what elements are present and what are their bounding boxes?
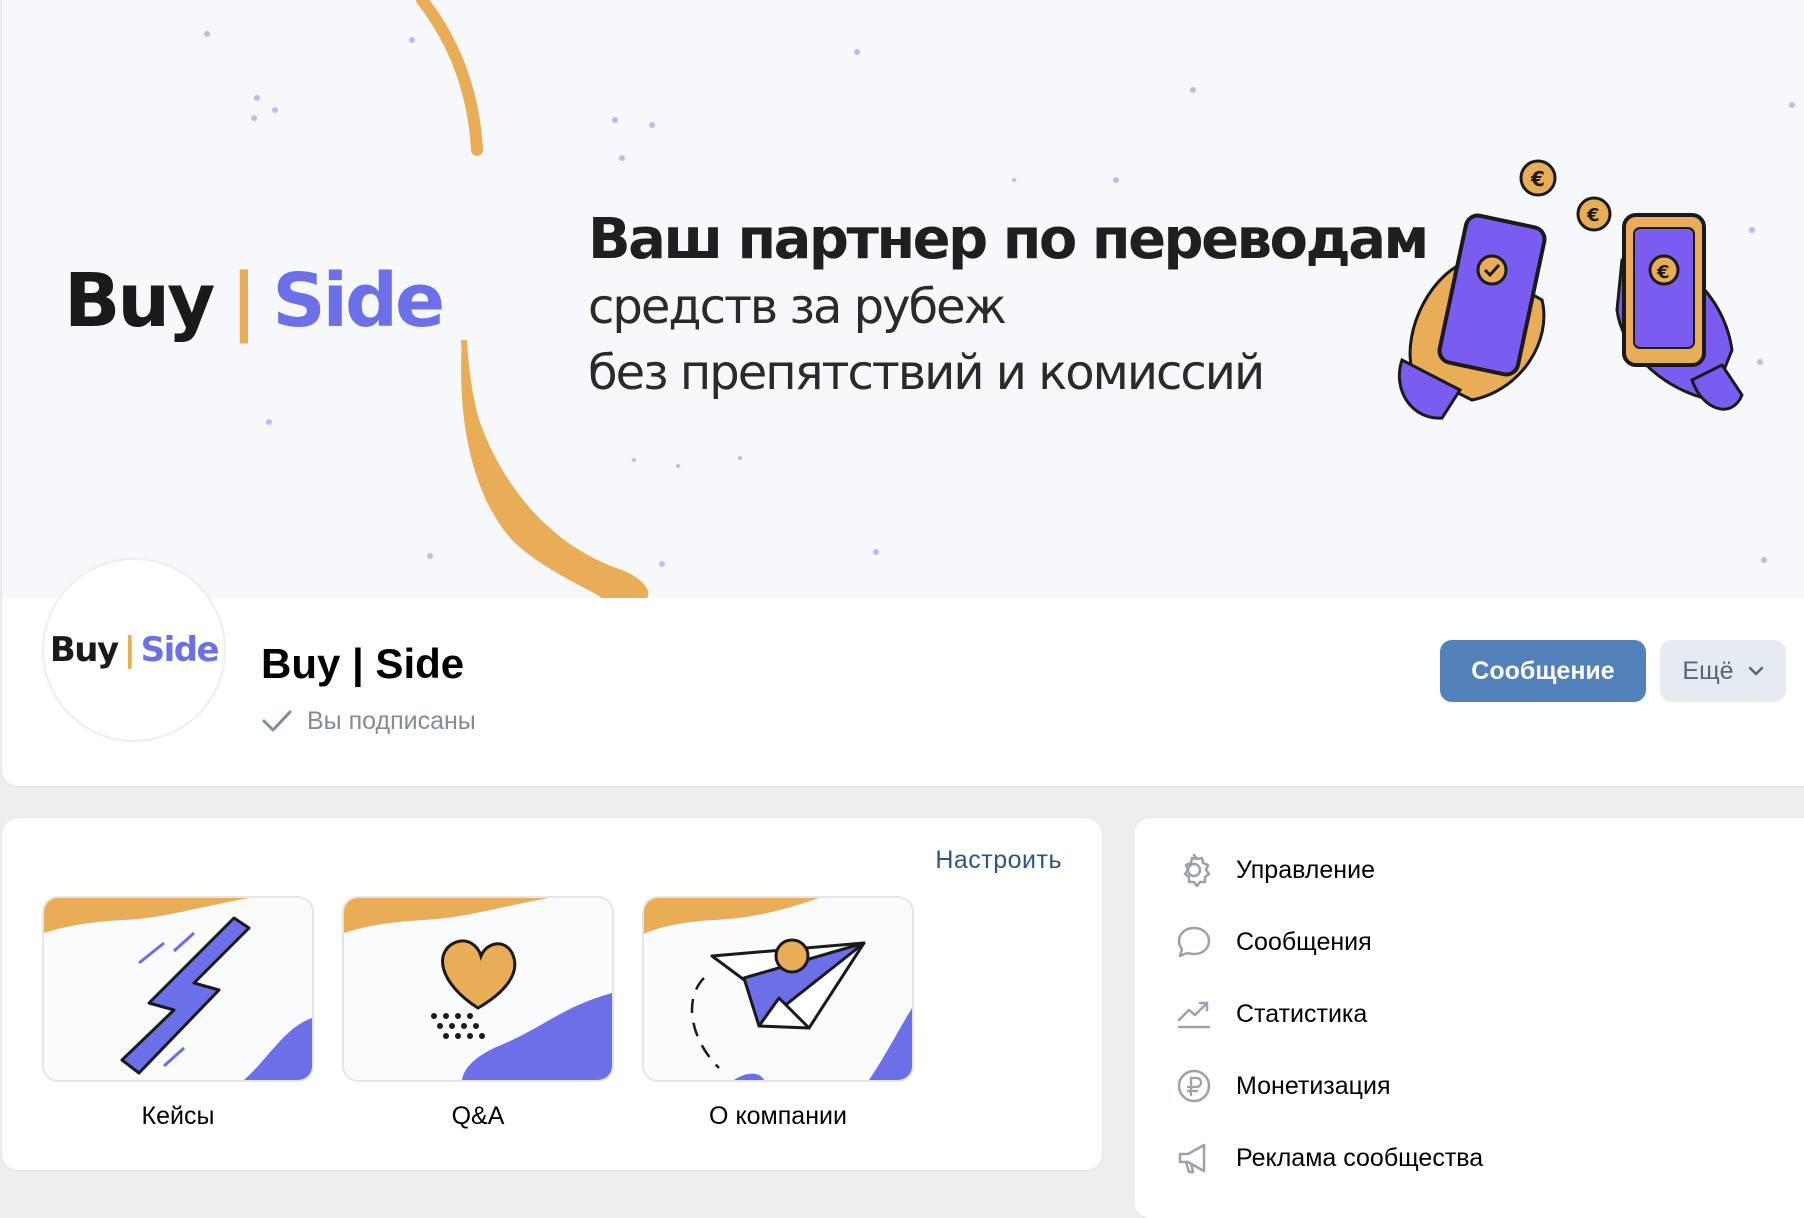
- cover-line-3: без препятствий и комиссий: [588, 345, 1265, 401]
- configure-link[interactable]: Настроить: [935, 846, 1062, 875]
- svg-text:€: €: [1586, 205, 1600, 226]
- gear-icon: [1174, 850, 1214, 890]
- subscription-status[interactable]: Вы подписаны: [261, 706, 476, 736]
- cover-headline: Ваш партнер по переводам: [588, 207, 1429, 272]
- megaphone-icon: [1174, 1138, 1214, 1178]
- paper-plane-icon: [644, 898, 912, 1080]
- svg-text:€: €: [1656, 262, 1670, 283]
- widget-tile-cases-label[interactable]: Кейсы: [44, 1102, 312, 1131]
- community-avatar[interactable]: Buy | Side: [44, 560, 224, 740]
- subscription-label: Вы подписаны: [307, 706, 476, 735]
- menu-item-label: Монетизация: [1236, 1071, 1391, 1100]
- checkmark-icon: [262, 710, 292, 732]
- cover-line-2: средств за рубеж: [588, 279, 1007, 335]
- lightning-icon: [44, 898, 312, 1080]
- menu-item-messages[interactable]: Сообщения: [1174, 920, 1372, 964]
- community-header: Buy | Side Ваш партнер по переводам средст…: [2, 0, 1804, 786]
- chat-bubble-icon: [1174, 922, 1214, 962]
- menu-item-management[interactable]: Управление: [1174, 848, 1375, 892]
- svg-text:€: €: [1530, 167, 1545, 191]
- menu-item-label: Управление: [1236, 855, 1375, 884]
- widget-tile-cases[interactable]: [44, 898, 312, 1080]
- heart-icon: [344, 898, 612, 1080]
- widgets-block: Настроить Кейсы Q&A О компании: [2, 818, 1102, 1170]
- widget-tile-qa-label[interactable]: Q&A: [344, 1102, 612, 1131]
- community-name: Buy | Side: [261, 640, 465, 687]
- widget-tile-about-label[interactable]: О компании: [644, 1102, 912, 1131]
- stats-trend-icon: [1174, 994, 1214, 1034]
- message-button[interactable]: Сообщение: [1440, 640, 1646, 702]
- admin-menu: Управление Сообщения Статистика Монетиза…: [1134, 818, 1804, 1218]
- menu-item-ads[interactable]: Реклама сообщества: [1174, 1136, 1483, 1180]
- cover-logo: Buy | Side: [64, 258, 445, 344]
- cover-slogan: Ваш партнер по переводам средств за рубе…: [588, 206, 1429, 406]
- chevron-down-icon: [1748, 666, 1763, 676]
- widget-tile-about[interactable]: [644, 898, 912, 1080]
- menu-item-monetization[interactable]: Монетизация: [1174, 1064, 1391, 1108]
- more-label: Ещё: [1682, 656, 1734, 685]
- menu-item-label: Сообщения: [1236, 927, 1372, 956]
- more-button[interactable]: Ещё: [1660, 640, 1786, 702]
- menu-item-label: Статистика: [1236, 999, 1368, 1028]
- menu-item-label: Реклама сообщества: [1236, 1143, 1484, 1172]
- menu-item-statistics[interactable]: Статистика: [1174, 992, 1367, 1036]
- ruble-icon: [1174, 1066, 1214, 1106]
- cover-image: Buy | Side Ваш партнер по переводам средст…: [2, 0, 1804, 598]
- widget-tile-qa[interactable]: [344, 898, 612, 1080]
- phones-transfer-illustration: € € €: [1397, 159, 1744, 420]
